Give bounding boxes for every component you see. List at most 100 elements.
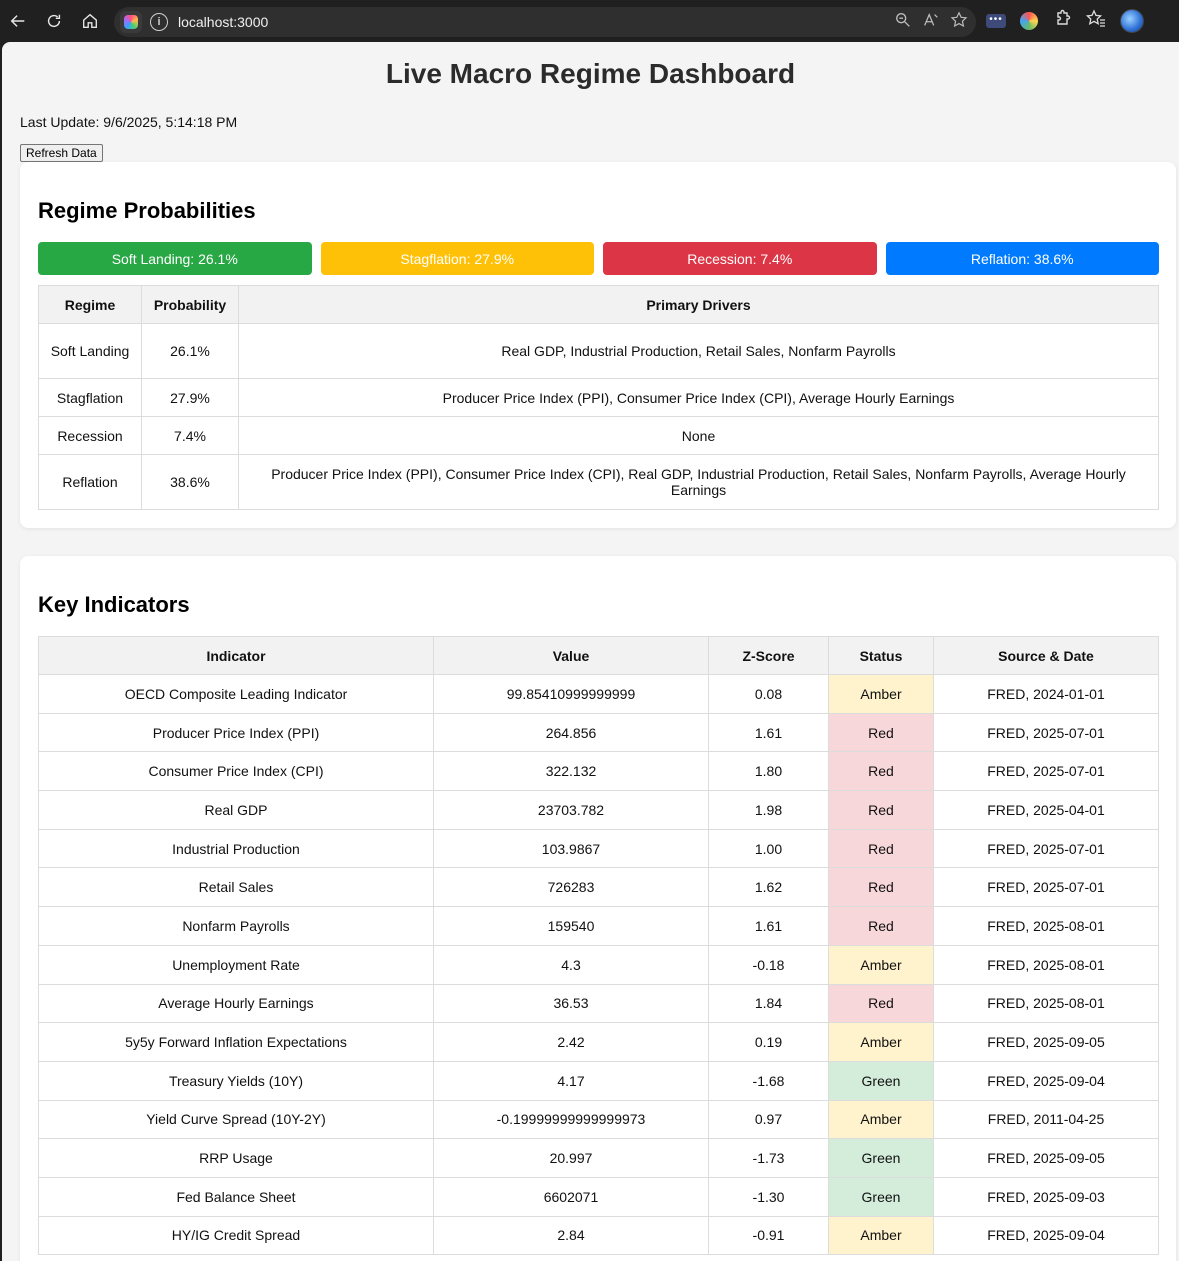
indicator-cell: Industrial Production (38, 828, 434, 869)
value-cell: 322.132 (433, 751, 709, 792)
refresh-data-button[interactable]: Refresh Data (20, 144, 103, 162)
indicator-cell: Fed Balance Sheet (38, 1176, 434, 1217)
column-header: Value (433, 636, 709, 675)
source-date-cell: FRED, 2025-08-01 (933, 983, 1159, 1024)
status-cell: Red (828, 828, 934, 869)
value-cell: -0.19999999999999973 (433, 1099, 709, 1140)
value-cell: 20.997 (433, 1138, 709, 1178)
value-cell: 2.84 (433, 1215, 709, 1256)
copilot-icon[interactable] (120, 11, 142, 33)
value-cell: 4.17 (433, 1060, 709, 1101)
back-icon[interactable] (0, 0, 36, 42)
site-info-icon[interactable]: i (150, 13, 168, 31)
column-header: Status (828, 636, 934, 675)
value-cell: 99.85410999999999 (433, 674, 709, 714)
home-icon[interactable] (72, 0, 108, 42)
indicator-cell: Retail Sales (38, 867, 434, 908)
source-date-cell: FRED, 2025-09-05 (933, 1138, 1159, 1178)
drivers-cell: Producer Price Index (PPI), Consumer Pri… (238, 378, 1159, 417)
source-date-cell: FRED, 2024-01-01 (933, 674, 1159, 714)
table-row: RRP Usage 20.997 -1.73 Green FRED, 2025-09-0… (38, 1138, 1159, 1178)
value-cell: 726283 (433, 867, 709, 908)
probability-cell: 26.1% (141, 323, 239, 379)
indicators-table: Indicator Value Z-Score Status Source & … (38, 636, 1159, 1256)
address-bar[interactable]: i localhost:3000 (114, 7, 976, 37)
source-date-cell: FRED, 2025-08-01 (933, 906, 1159, 946)
indicator-cell: Average Hourly Earnings (38, 983, 434, 1024)
indicator-cell: Treasury Yields (10Y) (38, 1060, 434, 1101)
indicator-cell: Consumer Price Index (CPI) (38, 751, 434, 792)
regime-cell: Reflation (38, 454, 142, 510)
z-score-cell: 1.61 (708, 906, 829, 946)
value-cell: 159540 (433, 906, 709, 946)
indicator-cell: Yield Curve Spread (10Y-2Y) (38, 1099, 434, 1140)
status-cell: Amber (828, 944, 934, 985)
source-date-cell: FRED, 2025-07-01 (933, 712, 1159, 753)
indicator-cell: 5y5y Forward Inflation Expectations (38, 1022, 434, 1062)
table-row: Reflation 38.6% Producer Price Index (PP… (38, 454, 1159, 510)
table-row: Unemployment Rate 4.3 -0.18 Amber FRED, 2025… (38, 944, 1159, 985)
table-row: Real GDP 23703.782 1.98 Red FRED, 2025-04-01 (38, 790, 1159, 830)
key-indicators-card: Key Indicators Indicator Value Z-Score S… (20, 556, 1176, 1261)
status-cell: Amber (828, 1099, 934, 1140)
url-text[interactable]: localhost:3000 (178, 14, 268, 30)
regime-cell: Recession (38, 416, 142, 455)
favorites-icon[interactable] (1085, 8, 1106, 34)
favorite-star-icon[interactable] (950, 10, 968, 34)
regime-cell: Stagflation (38, 378, 142, 417)
source-date-cell: FRED, 2025-07-01 (933, 867, 1159, 908)
reload-icon[interactable] (36, 0, 72, 42)
status-cell: Red (828, 712, 934, 753)
source-date-cell: FRED, 2025-09-04 (933, 1215, 1159, 1256)
z-score-cell: -0.18 (708, 944, 829, 985)
table-row: Soft Landing 26.1% Real GDP, Industrial … (38, 323, 1159, 379)
table-row: Yield Curve Spread (10Y-2Y) -0.1999999999… (38, 1099, 1159, 1140)
table-row: Stagflation 27.9% Producer Price Index (… (38, 378, 1159, 417)
drivers-cell: Producer Price Index (PPI), Consumer Pri… (238, 454, 1159, 510)
source-date-cell: FRED, 2025-07-01 (933, 751, 1159, 792)
probability-cell: 38.6% (141, 454, 239, 510)
z-score-cell: 0.08 (708, 674, 829, 714)
table-row: OECD Composite Leading Indicator 99.85410… (38, 674, 1159, 714)
color-extension-icon[interactable] (1020, 12, 1038, 30)
extensions-puzzle-icon[interactable] (1052, 9, 1072, 34)
prob-bar-stagflation: Stagflation: 27.9% (320, 242, 594, 275)
z-score-cell: 0.97 (708, 1099, 829, 1140)
table-row: Nonfarm Payrolls 159540 1.61 Red FRED, 2025-… (38, 906, 1159, 946)
value-cell: 36.53 (433, 983, 709, 1024)
column-header: Probability (141, 285, 239, 324)
value-cell: 4.3 (433, 944, 709, 985)
table-row: Fed Balance Sheet 6602071 -1.30 Green FRED, … (38, 1176, 1159, 1217)
table-row: Recession 7.4% None (38, 416, 1159, 455)
regime-table: Regime Probability Primary Drivers Soft … (38, 285, 1159, 510)
z-score-cell: -1.30 (708, 1176, 829, 1217)
probability-bars: Soft Landing: 26.1% Stagflation: 27.9% R… (38, 242, 1159, 275)
profile-avatar[interactable] (1120, 9, 1144, 33)
status-cell: Red (828, 906, 934, 946)
status-cell: Green (828, 1138, 934, 1178)
source-date-cell: FRED, 2025-09-03 (933, 1176, 1159, 1217)
indicator-cell: RRP Usage (38, 1138, 434, 1178)
page-title: Live Macro Regime Dashboard (385, 58, 796, 89)
source-date-cell: FRED, 2025-04-01 (933, 790, 1159, 830)
z-score-cell: -1.73 (708, 1138, 829, 1178)
probability-cell: 7.4% (141, 416, 239, 455)
read-aloud-icon[interactable] (922, 11, 940, 34)
z-score-cell: 0.19 (708, 1022, 829, 1062)
z-score-cell: -0.91 (708, 1215, 829, 1256)
source-date-cell: FRED, 2025-09-05 (933, 1022, 1159, 1062)
probability-cell: 27.9% (141, 378, 239, 417)
value-cell: 264.856 (433, 712, 709, 753)
column-header: Primary Drivers (238, 285, 1159, 324)
last-update-text: Last Update: 9/6/2025, 5:14:18 PM (20, 114, 238, 130)
status-cell: Amber (828, 1215, 934, 1256)
table-row: Industrial Production 103.9867 1.00 Red FRED… (38, 828, 1159, 869)
value-cell: 103.9867 (433, 828, 709, 869)
status-cell: Red (828, 983, 934, 1024)
table-row: 5y5y Forward Inflation Expectations 2.42 0… (38, 1022, 1159, 1062)
z-score-cell: 1.98 (708, 790, 829, 830)
zoom-icon[interactable] (894, 11, 912, 34)
extension-dots-icon[interactable]: ••• (986, 14, 1006, 28)
table-row: Producer Price Index (PPI) 264.856 1.61 Red… (38, 712, 1159, 753)
indicator-cell: HY/IG Credit Spread (38, 1215, 434, 1256)
